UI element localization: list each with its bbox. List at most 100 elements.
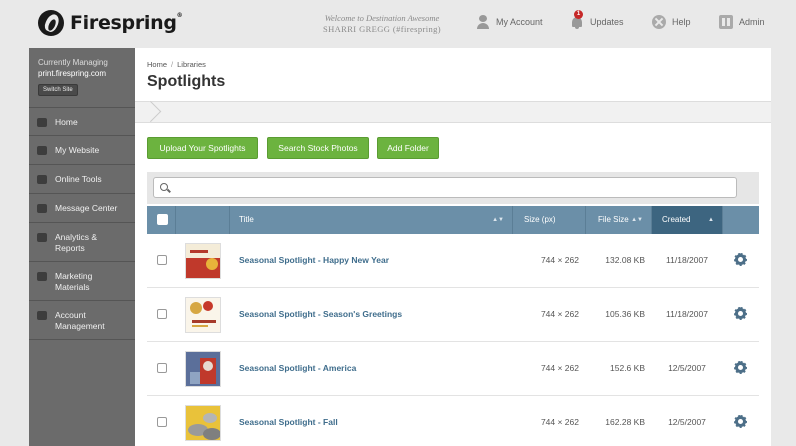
spotlight-title-link[interactable]: Seasonal Spotlight - Fall: [239, 417, 338, 427]
sidebar-item-my-website[interactable]: My Website: [29, 136, 135, 165]
help-link[interactable]: Help: [652, 15, 691, 29]
select-all-cell: [147, 206, 176, 234]
row-checkbox[interactable]: [157, 417, 167, 427]
title-column-header[interactable]: Title ▲▼: [230, 206, 513, 234]
sidebar-item-label: My Website: [55, 145, 100, 155]
sidebar-item-online-tools[interactable]: Online Tools: [29, 165, 135, 194]
created-column-header[interactable]: Created ▲: [652, 206, 723, 234]
account-icon: [37, 311, 47, 320]
sidebar-item-label: Account Management: [55, 310, 105, 331]
admin-label: Admin: [739, 17, 765, 27]
table-row[interactable]: Seasonal Spotlight - Fall 744 × 262 162.…: [147, 396, 759, 446]
tag-icon: [37, 272, 47, 281]
image-size: 744 × 262: [540, 309, 579, 319]
folder-path-bar: /: [135, 101, 771, 123]
top-bar: Firespring® Welcome to Destination Aweso…: [0, 0, 796, 46]
created-column-label: Created: [662, 215, 691, 224]
table-row[interactable]: Seasonal Spotlight - Season's Greetings …: [147, 288, 759, 342]
size-column-header[interactable]: Size (px): [513, 206, 586, 234]
row-checkbox[interactable]: [157, 363, 167, 373]
row-checkbox[interactable]: [157, 309, 167, 319]
row-checkbox[interactable]: [157, 255, 167, 265]
help-label: Help: [672, 17, 691, 27]
gear-icon[interactable]: [734, 361, 747, 374]
sidebar-item-analytics-reports[interactable]: Analytics & Reports: [29, 223, 135, 262]
size-column-label: Size (px): [524, 215, 556, 224]
breadcrumb: Home / Libraries: [147, 60, 206, 69]
main-content: Home / Libraries Spotlights / Upload Your …: [135, 48, 771, 446]
updates-link[interactable]: 1 Updates: [570, 10, 624, 29]
admin-link[interactable]: Admin: [719, 15, 765, 29]
breadcrumb-home[interactable]: Home: [147, 60, 167, 69]
trademark-mark: ®: [176, 12, 183, 19]
spotlight-title-link[interactable]: Seasonal Spotlight - Season's Greetings: [239, 309, 402, 319]
sidebar-item-account-management[interactable]: Account Management: [29, 301, 135, 340]
search-bar: [147, 172, 759, 204]
sidebar-item-label: Home: [55, 117, 78, 127]
spotlight-title-link[interactable]: Seasonal Spotlight - Happy New Year: [239, 255, 389, 265]
user-name: SHARRI GREGG (#firespring): [322, 24, 442, 34]
admin-icon: [719, 15, 733, 29]
search-stock-photos-button[interactable]: Search Stock Photos: [267, 137, 369, 159]
updates-label: Updates: [590, 17, 624, 27]
sidebar-item-label: Analytics & Reports: [55, 232, 98, 253]
site-manager-panel: Currently Managing print.firespring.com …: [29, 48, 135, 108]
image-size: 744 × 262: [540, 255, 579, 265]
file-size: 152.6 KB: [610, 363, 645, 373]
actions-column: [723, 206, 759, 234]
table-row[interactable]: Seasonal Spotlight - Happy New Year 744 …: [147, 234, 759, 288]
image-size: 744 × 262: [540, 417, 579, 427]
chart-icon: [37, 233, 47, 242]
search-icon: [160, 183, 168, 191]
file-size: 132.08 KB: [605, 255, 645, 265]
home-icon: [37, 118, 47, 127]
user-icon: [476, 15, 490, 29]
spotlight-title-link[interactable]: Seasonal Spotlight - America: [239, 363, 356, 373]
chat-icon: [37, 204, 47, 213]
my-account-label: My Account: [496, 17, 543, 27]
currently-managing-label: Currently Managing: [38, 58, 108, 67]
created-date: 11/18/2007: [666, 309, 708, 319]
firespring-logo[interactable]: Firespring®: [38, 10, 183, 36]
breadcrumb-libraries[interactable]: Libraries: [177, 60, 206, 69]
spotlight-thumbnail[interactable]: [185, 405, 221, 441]
search-input[interactable]: [153, 177, 737, 198]
spotlight-thumbnail[interactable]: [185, 297, 221, 333]
folder-root-crumb[interactable]: /: [135, 102, 161, 122]
new-year-thumbnail-image: [186, 244, 220, 278]
sidebar-item-message-center[interactable]: Message Center: [29, 194, 135, 223]
flag-icon: [37, 146, 47, 155]
fall-thumbnail-image: [186, 406, 220, 440]
created-date: 11/18/2007: [666, 255, 708, 265]
brand-name: Firespring: [70, 12, 177, 34]
created-date: 12/5/2007: [668, 417, 706, 427]
gear-icon[interactable]: [734, 307, 747, 320]
welcome-line: Welcome to Destination Awesome: [324, 13, 440, 23]
bell-icon: 1: [570, 10, 584, 29]
gear-icon[interactable]: [734, 415, 747, 428]
spotlight-thumbnail[interactable]: [185, 243, 221, 279]
thumbnail-column: [176, 206, 230, 234]
file-size-column-header[interactable]: File Size ▲▼: [586, 206, 652, 234]
managed-site: print.firespring.com: [38, 69, 107, 78]
created-date: 12/5/2007: [668, 363, 706, 373]
upload-spotlights-button[interactable]: Upload Your Spotlights: [147, 137, 258, 159]
file-size: 162.28 KB: [605, 417, 645, 427]
breadcrumb-separator: /: [171, 60, 174, 69]
switch-site-button[interactable]: Switch Site: [38, 84, 78, 96]
table-row[interactable]: Seasonal Spotlight - America 744 × 262 1…: [147, 342, 759, 396]
sidebar-item-home[interactable]: Home: [29, 108, 135, 136]
my-account-link[interactable]: My Account: [476, 15, 543, 29]
gear-icon[interactable]: [734, 253, 747, 266]
sidebar-item-label: Online Tools: [55, 174, 102, 184]
add-folder-button[interactable]: Add Folder: [377, 137, 439, 159]
select-all-checkbox[interactable]: [157, 214, 168, 225]
updates-count-badge: 1: [574, 10, 583, 19]
spotlight-thumbnail[interactable]: [185, 351, 221, 387]
welcome-message: Welcome to Destination Awesome SHARRI GR…: [312, 13, 452, 35]
image-size: 744 × 262: [540, 363, 579, 373]
file-size: 105.36 KB: [605, 309, 645, 319]
toolbox-icon: [37, 175, 47, 184]
sidebar-item-marketing-materials[interactable]: Marketing Materials: [29, 262, 135, 301]
america-thumbnail-image: [186, 352, 220, 386]
